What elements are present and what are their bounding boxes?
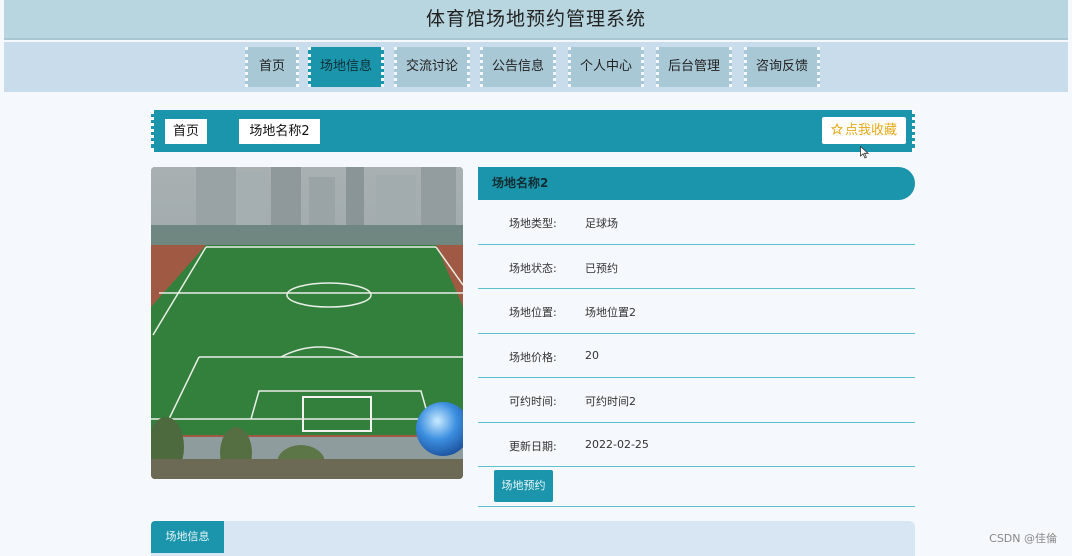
- field-value-updated-date: 2022-02-25: [585, 437, 649, 451]
- detail-tab-bar: 场地信息: [151, 521, 915, 556]
- main-nav: 首页 场地信息 交流讨论 公告信息 个人中心 后台管理 咨询反馈: [4, 42, 1068, 92]
- field-value-price: 20: [585, 348, 599, 362]
- field-row-price: 场地价格: 20: [478, 334, 915, 378]
- book-venue-button[interactable]: 场地预约: [494, 470, 553, 502]
- field-value-available-time: 可约时间2: [585, 395, 636, 408]
- star-icon: [830, 117, 844, 144]
- page: 体育馆场地预约管理系统 首页 场地信息 交流讨论 公告信息 个人中心 后台管理 …: [0, 0, 1072, 556]
- field-label-status: 场地状态:: [509, 261, 557, 275]
- field-label-price: 场地价格:: [509, 350, 557, 364]
- nav-item-discussion[interactable]: 交流讨论: [394, 47, 470, 87]
- field-label-available-time: 可约时间:: [509, 395, 557, 408]
- nav-item-announcements[interactable]: 公告信息: [480, 47, 556, 87]
- breadcrumb-current[interactable]: 场地名称2: [239, 119, 320, 144]
- booking-row: 场地预约: [478, 467, 915, 507]
- tab-venue-info[interactable]: 场地信息: [151, 521, 224, 553]
- field-value-type: 足球场: [585, 217, 618, 230]
- nav-item-home[interactable]: 首页: [245, 47, 299, 87]
- field-row-location: 场地位置: 场地位置2: [478, 289, 915, 334]
- field-value-status: 已预约: [585, 261, 618, 275]
- breadcrumb-home[interactable]: 首页: [165, 119, 207, 144]
- field-label-location: 场地位置:: [509, 306, 557, 319]
- field-row-updated-date: 更新日期: 2022-02-25: [478, 423, 915, 467]
- field-row-type: 场地类型: 足球场: [478, 200, 915, 245]
- venue-image: [151, 167, 463, 479]
- field-row-status: 场地状态: 已预约: [478, 245, 915, 289]
- nav-item-venue-info[interactable]: 场地信息: [308, 47, 384, 87]
- field-label-type: 场地类型:: [509, 217, 557, 230]
- watermark: CSDN @佳倫: [989, 532, 1057, 545]
- nav-item-admin[interactable]: 后台管理: [656, 47, 732, 87]
- site-header: 体育馆场地预约管理系统: [4, 0, 1068, 40]
- field-row-available-time: 可约时间: 可约时间2: [478, 378, 915, 423]
- site-title: 体育馆场地预约管理系统: [425, 8, 646, 30]
- breadcrumb: 首页 场地名称2 点我收藏: [151, 110, 915, 152]
- field-label-updated-date: 更新日期:: [509, 439, 557, 453]
- mouse-cursor-icon: [860, 146, 869, 159]
- nav-item-feedback[interactable]: 咨询反馈: [744, 47, 820, 87]
- favorite-label: 点我收藏: [844, 123, 897, 138]
- venue-name-heading: 场地名称2: [478, 167, 915, 200]
- nav-item-personal-center[interactable]: 个人中心: [568, 47, 644, 87]
- favorite-button[interactable]: 点我收藏: [822, 117, 906, 144]
- soccer-field-photo: [151, 167, 463, 479]
- field-value-location: 场地位置2: [585, 306, 636, 319]
- venue-info-panel: 场地名称2 场地类型: 足球场 场地状态: 已预约 场地位置: 场地位置2 场地…: [478, 167, 915, 507]
